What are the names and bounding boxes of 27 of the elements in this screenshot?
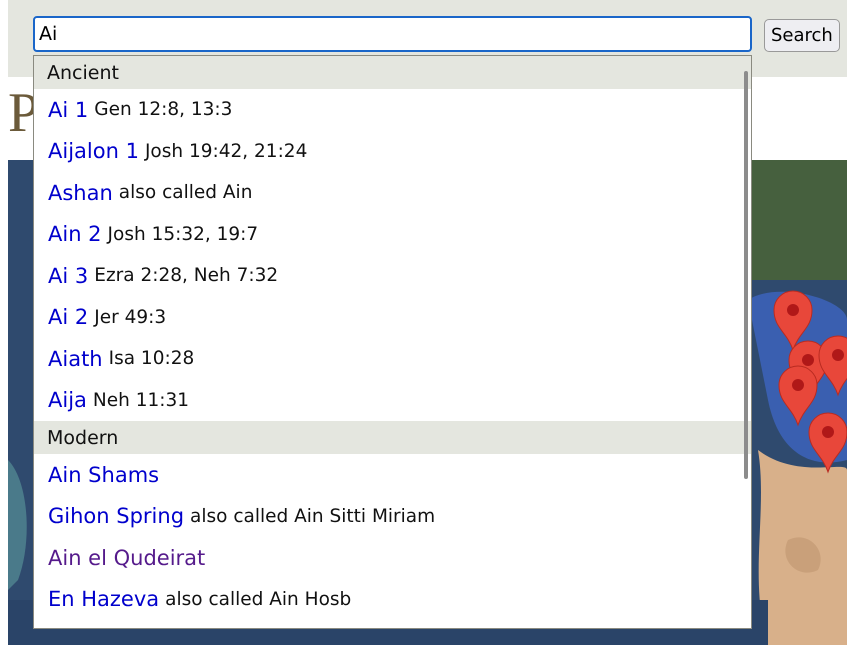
suggestion-link[interactable]: Aijalon 1 [48,139,139,164]
suggestion-link[interactable]: Gihon Spring [48,504,184,528]
suggestion-link[interactable]: Aiath [48,346,103,371]
suggestion-link[interactable]: Aija [48,388,87,412]
group-header: Ancient [34,56,751,89]
suggestion-note: Isa 10:28 [108,348,194,370]
group-header: Modern [34,421,751,454]
suggestion-link[interactable]: Ain el Qudeirat [48,546,206,570]
suggestion-note: Gen 12:8, 13:3 [94,99,232,120]
suggestion-note: Jer 49:3 [94,306,166,328]
suggestion-note: Neh 11:31 [92,390,190,411]
suggestion-link[interactable]: Ai 2 [48,305,88,330]
suggestion-link[interactable]: Ain 2 [48,222,102,246]
suggestion-link[interactable]: En Hazeva [48,587,160,612]
search-button[interactable]: Search [764,19,840,52]
suggestion-note: Josh 19:42, 21:24 [144,140,308,162]
suggestion-link[interactable]: Ashan [48,180,113,205]
suggestion-note: also called Ain [118,182,252,204]
suggestion-note: Josh 15:32, 19:7 [108,224,258,245]
suggestion-note: also called Ain Sitti Miriam [190,506,436,527]
search-field[interactable]: Ai [33,16,752,52]
suggestion-link[interactable]: Ai 1 [48,98,88,122]
suggestion-link[interactable]: Ain Shams [48,462,160,487]
suggestion-note: also called Ain Hosb [165,588,352,610]
suggestion-link[interactable]: Ai 3 [48,264,88,288]
scrollbar[interactable] [744,71,748,479]
suggestion-note: Ezra 2:28, Neh 7:32 [94,265,278,286]
